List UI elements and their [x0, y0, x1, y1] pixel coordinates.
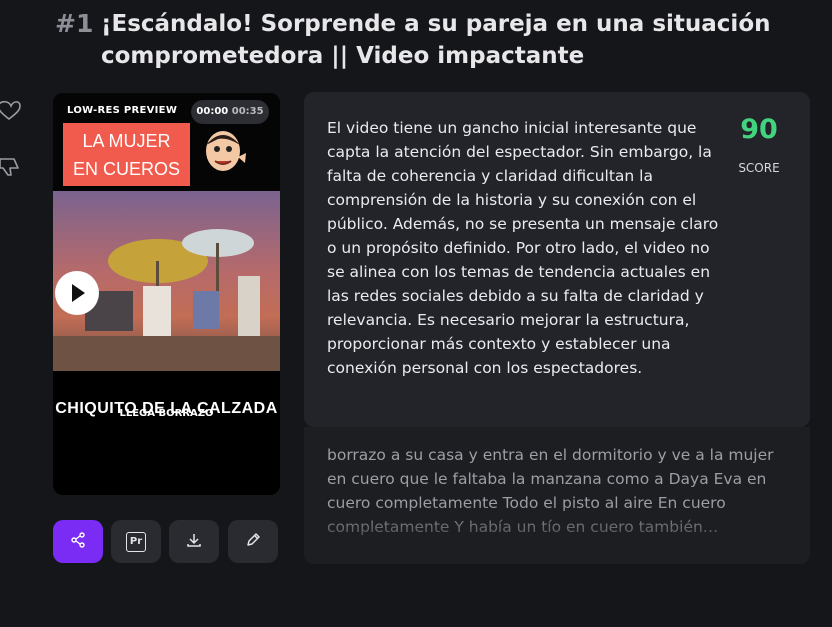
video-player[interactable]: LOW-RES PREVIEW 00:00 00:35 LA MUJER EN … — [53, 93, 280, 495]
feedback-card: El video tiene un gancho inicial interes… — [304, 92, 810, 427]
download-icon — [186, 532, 202, 552]
premiere-label: Pr — [129, 535, 143, 547]
video-subtitle: LLEGA BORRAZO — [119, 408, 214, 419]
transcript-panel[interactable]: borrazo a su casa y entra en el dormitor… — [304, 427, 810, 564]
heart-icon[interactable] — [0, 100, 22, 126]
download-button[interactable] — [169, 520, 219, 563]
time-current: 00:00 — [196, 106, 229, 117]
rank-number: #1 — [55, 9, 94, 38]
transcript-fade — [304, 504, 810, 564]
overlay-title-line1: LA MUJER — [82, 131, 171, 151]
overlay-title-line2: EN CUEROS — [72, 159, 180, 179]
share-button[interactable] — [53, 520, 103, 563]
edit-button[interactable] — [228, 520, 278, 563]
pencil-icon — [245, 532, 261, 552]
result-title: ¡Escándalo! Sorprende a su pareja en una… — [101, 11, 771, 69]
premiere-button[interactable]: Pr — [111, 520, 161, 563]
video-timer: 00:00 00:35 — [191, 100, 269, 124]
overlay-title-box: LA MUJER EN CUEROS — [63, 123, 190, 186]
share-icon — [70, 531, 86, 552]
thumbs-down-icon[interactable] — [0, 156, 22, 182]
score-label: SCORE — [738, 161, 780, 175]
play-icon[interactable] — [55, 271, 99, 315]
feedback-description: El video tiene un gancho inicial interes… — [327, 119, 719, 377]
low-res-badge: LOW-RES PREVIEW — [67, 105, 178, 116]
premiere-icon: Pr — [126, 531, 146, 552]
score-value: 90 — [740, 114, 778, 145]
cartoon-sticker — [198, 123, 248, 175]
time-total: 00:35 — [231, 106, 264, 117]
